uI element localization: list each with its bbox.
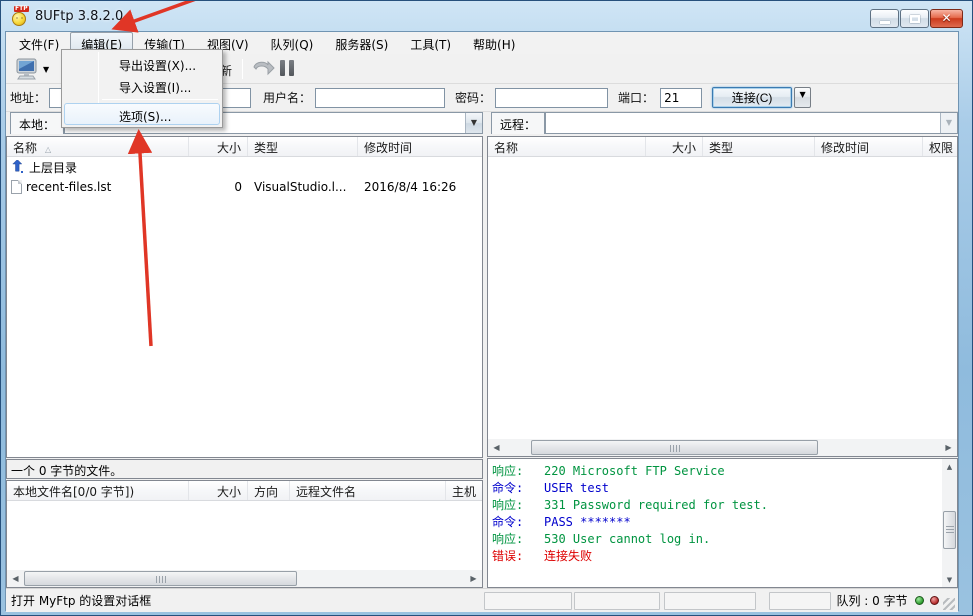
- sort-ascending-icon: △: [45, 145, 51, 154]
- maximize-icon: [910, 15, 920, 23]
- remote-file-list: 名称 大小 类型 修改时间 权限 ◀ ▶: [487, 136, 958, 457]
- menu-separator: [102, 99, 218, 100]
- scroll-up-icon[interactable]: ▲: [942, 459, 957, 474]
- remote-tab[interactable]: 远程：: [491, 112, 545, 134]
- pause-icon[interactable]: [280, 60, 294, 76]
- log-entry: 响应:530 User cannot log in.: [492, 531, 941, 548]
- computer-icon: [14, 57, 40, 81]
- scroll-right-icon[interactable]: ▶: [940, 439, 957, 456]
- status-message: 打开 MyFtp 的设置对话框: [6, 592, 484, 609]
- remote-path-combo: ▼: [545, 112, 958, 134]
- list-item-parent-directory[interactable]: 上层目录: [7, 157, 482, 177]
- status-green-indicator-icon: [915, 596, 924, 605]
- status-panel: [484, 592, 572, 610]
- menu-item-export-settings[interactable]: 导出设置(X)...: [64, 52, 220, 74]
- password-input[interactable]: [495, 88, 608, 108]
- column-header-modified[interactable]: 修改时间: [815, 137, 923, 156]
- column-header-local-filename[interactable]: 本地文件名[0/0 字节]): [7, 481, 189, 500]
- connect-button[interactable]: 连接(C): [712, 87, 792, 108]
- port-label: 端口：: [618, 89, 654, 106]
- menu-item-options[interactable]: 选项(S)...: [64, 103, 220, 125]
- chevron-down-icon[interactable]: ▼: [465, 113, 482, 133]
- local-file-list: 名称△ 大小 类型 修改时间 上层目录: [6, 136, 483, 458]
- close-icon: ✕: [931, 11, 962, 25]
- column-header-size[interactable]: 大小: [189, 481, 248, 500]
- column-header-name[interactable]: 名称: [488, 137, 646, 156]
- toolbar-separator: [242, 59, 243, 79]
- status-red-indicator-icon: [930, 596, 939, 605]
- minimize-button[interactable]: [870, 9, 899, 28]
- log-panel: 响应:220 Microsoft FTP Service 命令:USER tes…: [487, 458, 958, 588]
- queue-columns-header: 本地文件名[0/0 字节]) 大小 方向 远程文件名 主机: [7, 481, 482, 501]
- menu-server[interactable]: 服务器(S): [324, 32, 399, 54]
- up-directory-icon: [11, 160, 25, 174]
- app-window: FTP 8UFtp 3.8.2.0 ✕ 文件(F) 编辑(E) 传输(T) 视图…: [0, 0, 973, 616]
- scroll-right-icon[interactable]: ▶: [465, 570, 482, 587]
- log-entry: 命令:PASS *******: [492, 514, 941, 531]
- menu-item-import-settings[interactable]: 导入设置(I)...: [64, 74, 220, 96]
- column-header-permissions[interactable]: 权限: [923, 137, 957, 156]
- chevron-down-icon: ▼: [799, 90, 805, 99]
- column-header-type[interactable]: 类型: [703, 137, 815, 156]
- queue-size-status: 队列 : 0 字节: [835, 592, 909, 609]
- edit-menu-dropdown: 导出设置(X)... 导入设置(I)... 选项(S)...: [61, 49, 223, 128]
- scroll-down-icon[interactable]: ▼: [942, 572, 957, 587]
- password-label: 密码：: [455, 89, 491, 106]
- transfer-icon[interactable]: [252, 60, 276, 78]
- titlebar: FTP 8UFtp 3.8.2.0 ✕: [1, 1, 972, 31]
- app-icon: FTP: [11, 8, 29, 26]
- log-entry: 命令:USER test: [492, 480, 941, 497]
- username-label: 用户名：: [263, 89, 311, 106]
- remote-pane: 远程： ▼ 名称 大小 类型 修改时间 权限 ◀: [487, 112, 958, 588]
- scroll-left-icon[interactable]: ◀: [7, 570, 24, 587]
- status-panel: [664, 592, 756, 610]
- scrollbar-thumb[interactable]: [531, 440, 818, 455]
- menu-queue[interactable]: 队列(Q): [260, 32, 325, 54]
- column-header-modified[interactable]: 修改时间: [358, 137, 482, 156]
- column-header-size[interactable]: 大小: [189, 137, 248, 156]
- status-panel: [574, 592, 660, 610]
- maximize-button[interactable]: [900, 9, 929, 28]
- scroll-left-icon[interactable]: ◀: [488, 439, 505, 456]
- username-input[interactable]: [315, 88, 445, 108]
- local-columns-header: 名称△ 大小 类型 修改时间: [7, 137, 482, 157]
- log-entry: 响应:220 Microsoft FTP Service: [492, 463, 941, 480]
- log-vertical-scrollbar[interactable]: ▲ ▼: [942, 459, 957, 587]
- remote-horizontal-scrollbar[interactable]: ◀ ▶: [488, 439, 957, 456]
- menu-tools[interactable]: 工具(T): [399, 32, 462, 54]
- column-header-name[interactable]: 名称△: [7, 137, 189, 156]
- minimize-icon: [880, 21, 890, 24]
- main-area: 本地： ▼ 名称△ 大小 类型 修改时间: [6, 112, 958, 588]
- list-item-file[interactable]: recent-files.lst 0 VisualStudio.l... 201…: [7, 177, 482, 197]
- column-header-type[interactable]: 类型: [248, 137, 358, 156]
- local-tab[interactable]: 本地：: [10, 112, 64, 134]
- remote-columns-header: 名称 大小 类型 修改时间 权限: [488, 137, 957, 157]
- connect-site-button[interactable]: ▼: [14, 57, 58, 81]
- status-panel: [769, 592, 831, 610]
- connect-dropdown-button[interactable]: ▼: [794, 87, 811, 108]
- local-status-text: 一个 0 字节的文件。: [6, 459, 483, 479]
- resize-grip[interactable]: [943, 598, 955, 610]
- transfer-queue-panel: 本地文件名[0/0 字节]) 大小 方向 远程文件名 主机 ◀ ▶: [6, 480, 483, 588]
- file-icon: [11, 180, 22, 194]
- status-bar: 打开 MyFtp 的设置对话框 队列 : 0 字节: [6, 588, 958, 612]
- queue-horizontal-scrollbar[interactable]: ◀ ▶: [7, 570, 482, 587]
- window-title: 8UFtp 3.8.2.0: [35, 9, 123, 24]
- log-entry: 错误:连接失败: [492, 548, 941, 565]
- column-header-host[interactable]: 主机: [446, 481, 482, 500]
- chevron-down-icon: ▼: [940, 113, 957, 133]
- menu-help[interactable]: 帮助(H): [462, 32, 526, 54]
- local-pane: 本地： ▼ 名称△ 大小 类型 修改时间: [6, 112, 483, 588]
- address-label: 地址：: [10, 89, 46, 106]
- scrollbar-thumb[interactable]: [943, 511, 956, 549]
- port-input[interactable]: [660, 88, 702, 108]
- column-header-direction[interactable]: 方向: [248, 481, 290, 500]
- scrollbar-thumb[interactable]: [24, 571, 297, 586]
- column-header-remote-filename[interactable]: 远程文件名: [290, 481, 446, 500]
- chevron-down-icon: ▼: [43, 65, 49, 74]
- close-button[interactable]: ✕: [930, 9, 963, 28]
- column-header-size[interactable]: 大小: [646, 137, 703, 156]
- log-entry: 响应:331 Password required for test.: [492, 497, 941, 514]
